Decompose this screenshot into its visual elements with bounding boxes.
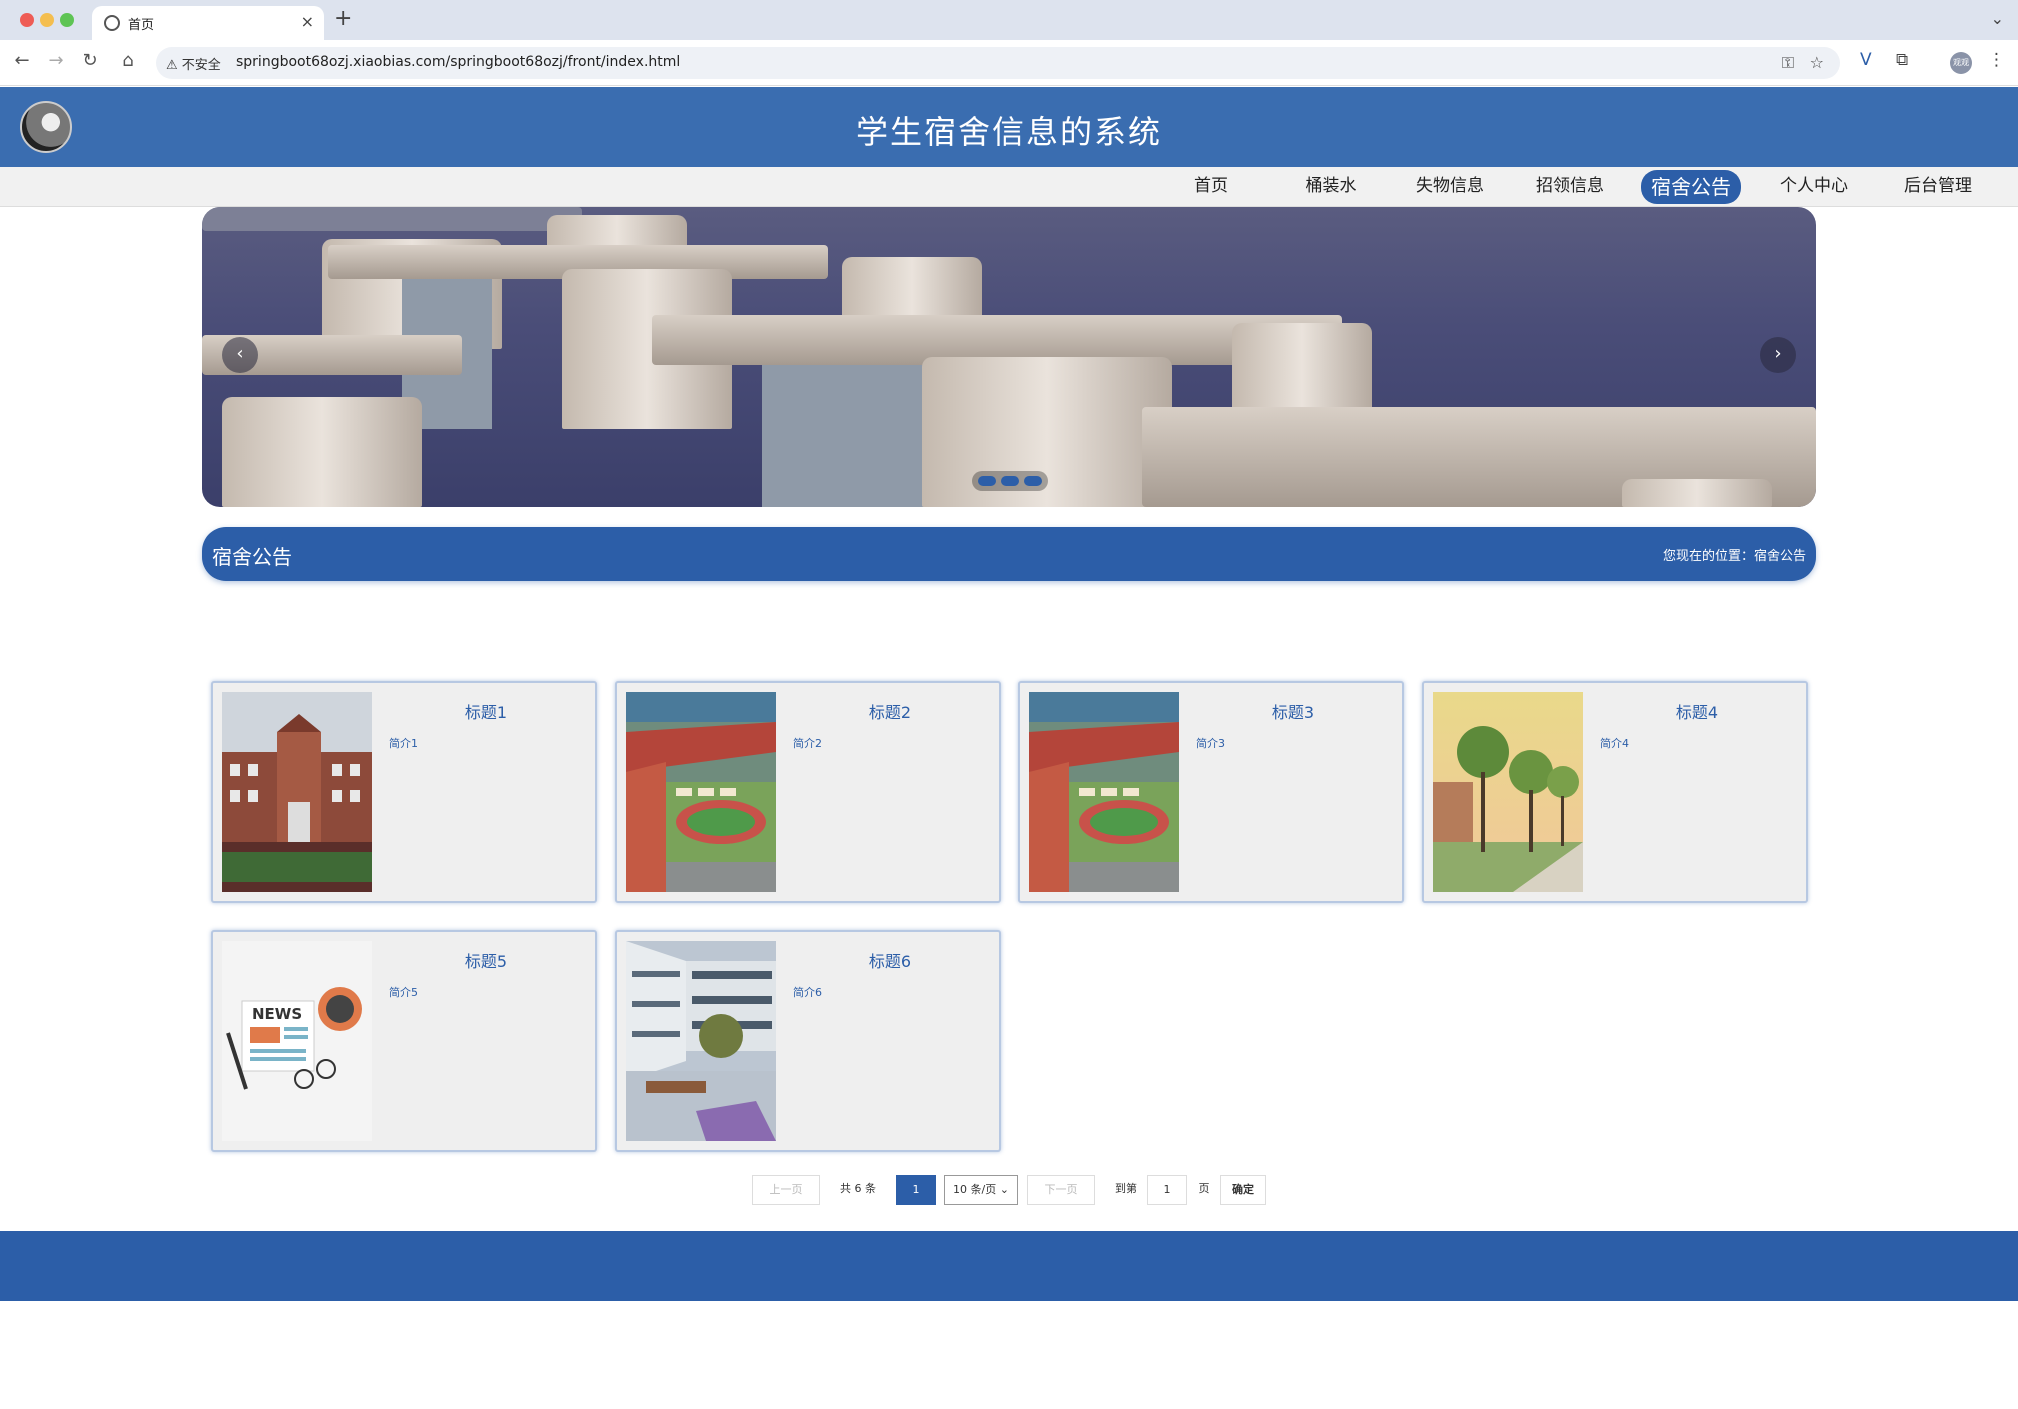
banner-chair	[1232, 323, 1372, 413]
courtyard-image	[626, 941, 776, 1141]
home-icon[interactable]: ⌂	[116, 50, 140, 71]
card-title[interactable]: 标题3	[1180, 699, 1406, 723]
close-tab-icon[interactable]: ×	[301, 12, 314, 31]
notice-card[interactable]: NEWS 标题5 简介5	[211, 930, 597, 1152]
page-unit-label: 页	[1198, 1182, 1210, 1195]
nav-item-home[interactable]: 首页	[1186, 174, 1236, 204]
next-page-button[interactable]: 下一页	[1027, 1175, 1095, 1205]
section-title: 宿舍公告	[212, 545, 292, 569]
card-desc: 简介2	[793, 737, 822, 750]
minimize-window-button[interactable]	[40, 13, 54, 27]
extensions-puzzle-icon[interactable]: ⧉	[1896, 50, 1908, 70]
card-title[interactable]: 标题1	[373, 699, 599, 723]
nav-item-water[interactable]: 桶装水	[1300, 174, 1362, 204]
goto-label: 到第	[1115, 1182, 1137, 1195]
card-title[interactable]: 标题5	[373, 948, 599, 972]
key-icon[interactable]: ⚿	[1782, 53, 1794, 73]
browser-tab-bar: 首页 × + ⌄	[0, 0, 2018, 40]
notice-card[interactable]: 标题2 简介2	[615, 681, 1001, 903]
address-bar[interactable]: ⚠ 不安全 springboot68ozj.xiaobias.com/sprin…	[156, 47, 1840, 79]
page-size-value: 10 条/页	[953, 1183, 997, 1196]
page-size-select[interactable]: 10 条/页 ⌄	[944, 1175, 1018, 1205]
notice-card[interactable]: 标题1 简介1	[211, 681, 597, 903]
main-nav: 首页 桶装水 失物信息 招领信息 宿舍公告 个人中心 后台管理	[0, 167, 2018, 207]
more-menu-icon[interactable]: ⋮	[1988, 50, 2005, 70]
banner-next-icon[interactable]: ›	[1760, 337, 1796, 373]
reload-icon[interactable]: ↻	[78, 50, 102, 71]
card-title[interactable]: 标题6	[777, 948, 1003, 972]
card-desc: 简介3	[1196, 737, 1225, 750]
nav-item-found[interactable]: 招领信息	[1532, 174, 1608, 204]
site-header: 学生宿舍信息的系统	[0, 87, 2018, 167]
web-page: 学生宿舍信息的系统 首页 桶装水 失物信息 招领信息 宿舍公告 个人中心 后台管…	[0, 87, 2018, 1409]
banner-dot[interactable]	[978, 476, 996, 486]
nav-item-profile[interactable]: 个人中心	[1776, 174, 1852, 204]
tree-path-image	[1433, 692, 1583, 892]
banner-indicator	[972, 471, 1048, 491]
breadcrumb: 您现在的位置：宿舍公告	[1662, 549, 1806, 564]
banner-chair	[1622, 479, 1772, 507]
card-desc: 简介5	[389, 986, 418, 999]
profile-avatar[interactable]: 观观	[1950, 52, 1972, 74]
card-image[interactable]	[1433, 692, 1583, 892]
nav-item-lost[interactable]: 失物信息	[1412, 174, 1488, 204]
tab-title: 首页	[128, 18, 155, 33]
banner-desk	[202, 207, 582, 231]
maximize-window-button[interactable]	[60, 13, 74, 27]
card-image[interactable]	[626, 941, 776, 1141]
notice-card[interactable]: 标题6 简介6	[615, 930, 1001, 1152]
globe-icon	[104, 15, 120, 31]
forward-icon[interactable]: →	[44, 50, 68, 71]
browser-toolbar: ← → ↻ ⌂ ⚠ 不安全 springboot68ozj.xiaobias.c…	[0, 40, 2018, 86]
prev-page-button[interactable]: 上一页	[752, 1175, 820, 1205]
card-image[interactable]	[1029, 692, 1179, 892]
campus-aerial-image	[626, 692, 776, 892]
card-title[interactable]: 标题2	[777, 699, 1003, 723]
campus-aerial-image	[1029, 692, 1179, 892]
nav-item-notices[interactable]: 宿舍公告	[1641, 170, 1741, 204]
school-building-image	[222, 692, 372, 892]
site-title: 学生宿舍信息的系统	[855, 113, 1162, 151]
notice-card[interactable]: 标题3 简介3	[1018, 681, 1404, 903]
back-icon[interactable]: ←	[10, 50, 34, 71]
banner-dot[interactable]	[1024, 476, 1042, 486]
banner-prev-icon[interactable]: ‹	[222, 337, 258, 373]
notice-card[interactable]: 标题4 简介4	[1422, 681, 1808, 903]
confirm-button[interactable]: 确定	[1220, 1175, 1266, 1205]
card-title[interactable]: 标题4	[1584, 699, 1810, 723]
total-count: 共 6 条	[840, 1182, 876, 1195]
card-desc: 简介6	[793, 986, 822, 999]
banner-chair	[222, 397, 422, 507]
pagination: 上一页 共 6 条 1 10 条/页 ⌄ 下一页 到第 1 页 确定	[0, 1175, 2018, 1205]
card-image[interactable]: NEWS	[222, 941, 372, 1141]
tab-search-icon[interactable]: ⌄	[1991, 9, 2004, 28]
page-number-current[interactable]: 1	[896, 1175, 936, 1205]
card-desc: 简介1	[389, 737, 418, 750]
svg-text:NEWS: NEWS	[252, 1005, 302, 1023]
browser-tab[interactable]: 首页 ×	[92, 6, 324, 40]
not-secure-badge[interactable]: ⚠ 不安全	[166, 54, 221, 73]
card-image[interactable]	[222, 692, 372, 892]
news-illustration-image: NEWS	[222, 941, 372, 1141]
new-tab-icon[interactable]: +	[334, 6, 352, 31]
extension-v-icon[interactable]: V	[1860, 50, 1872, 70]
section-header: 宿舍公告 您现在的位置：宿舍公告	[202, 527, 1816, 581]
url-text[interactable]: springboot68ozj.xiaobias.com/springboot6…	[236, 54, 680, 70]
card-image[interactable]	[626, 692, 776, 892]
site-footer	[0, 1231, 2018, 1301]
close-window-button[interactable]	[20, 13, 34, 27]
nav-item-admin[interactable]: 后台管理	[1898, 174, 1978, 204]
banner-carousel[interactable]: ‹ ›	[202, 207, 1816, 507]
card-desc: 简介4	[1600, 737, 1629, 750]
goto-page-input[interactable]: 1	[1147, 1175, 1187, 1205]
banner-dot[interactable]	[1001, 476, 1019, 486]
bookmark-star-icon[interactable]: ☆	[1810, 53, 1824, 72]
